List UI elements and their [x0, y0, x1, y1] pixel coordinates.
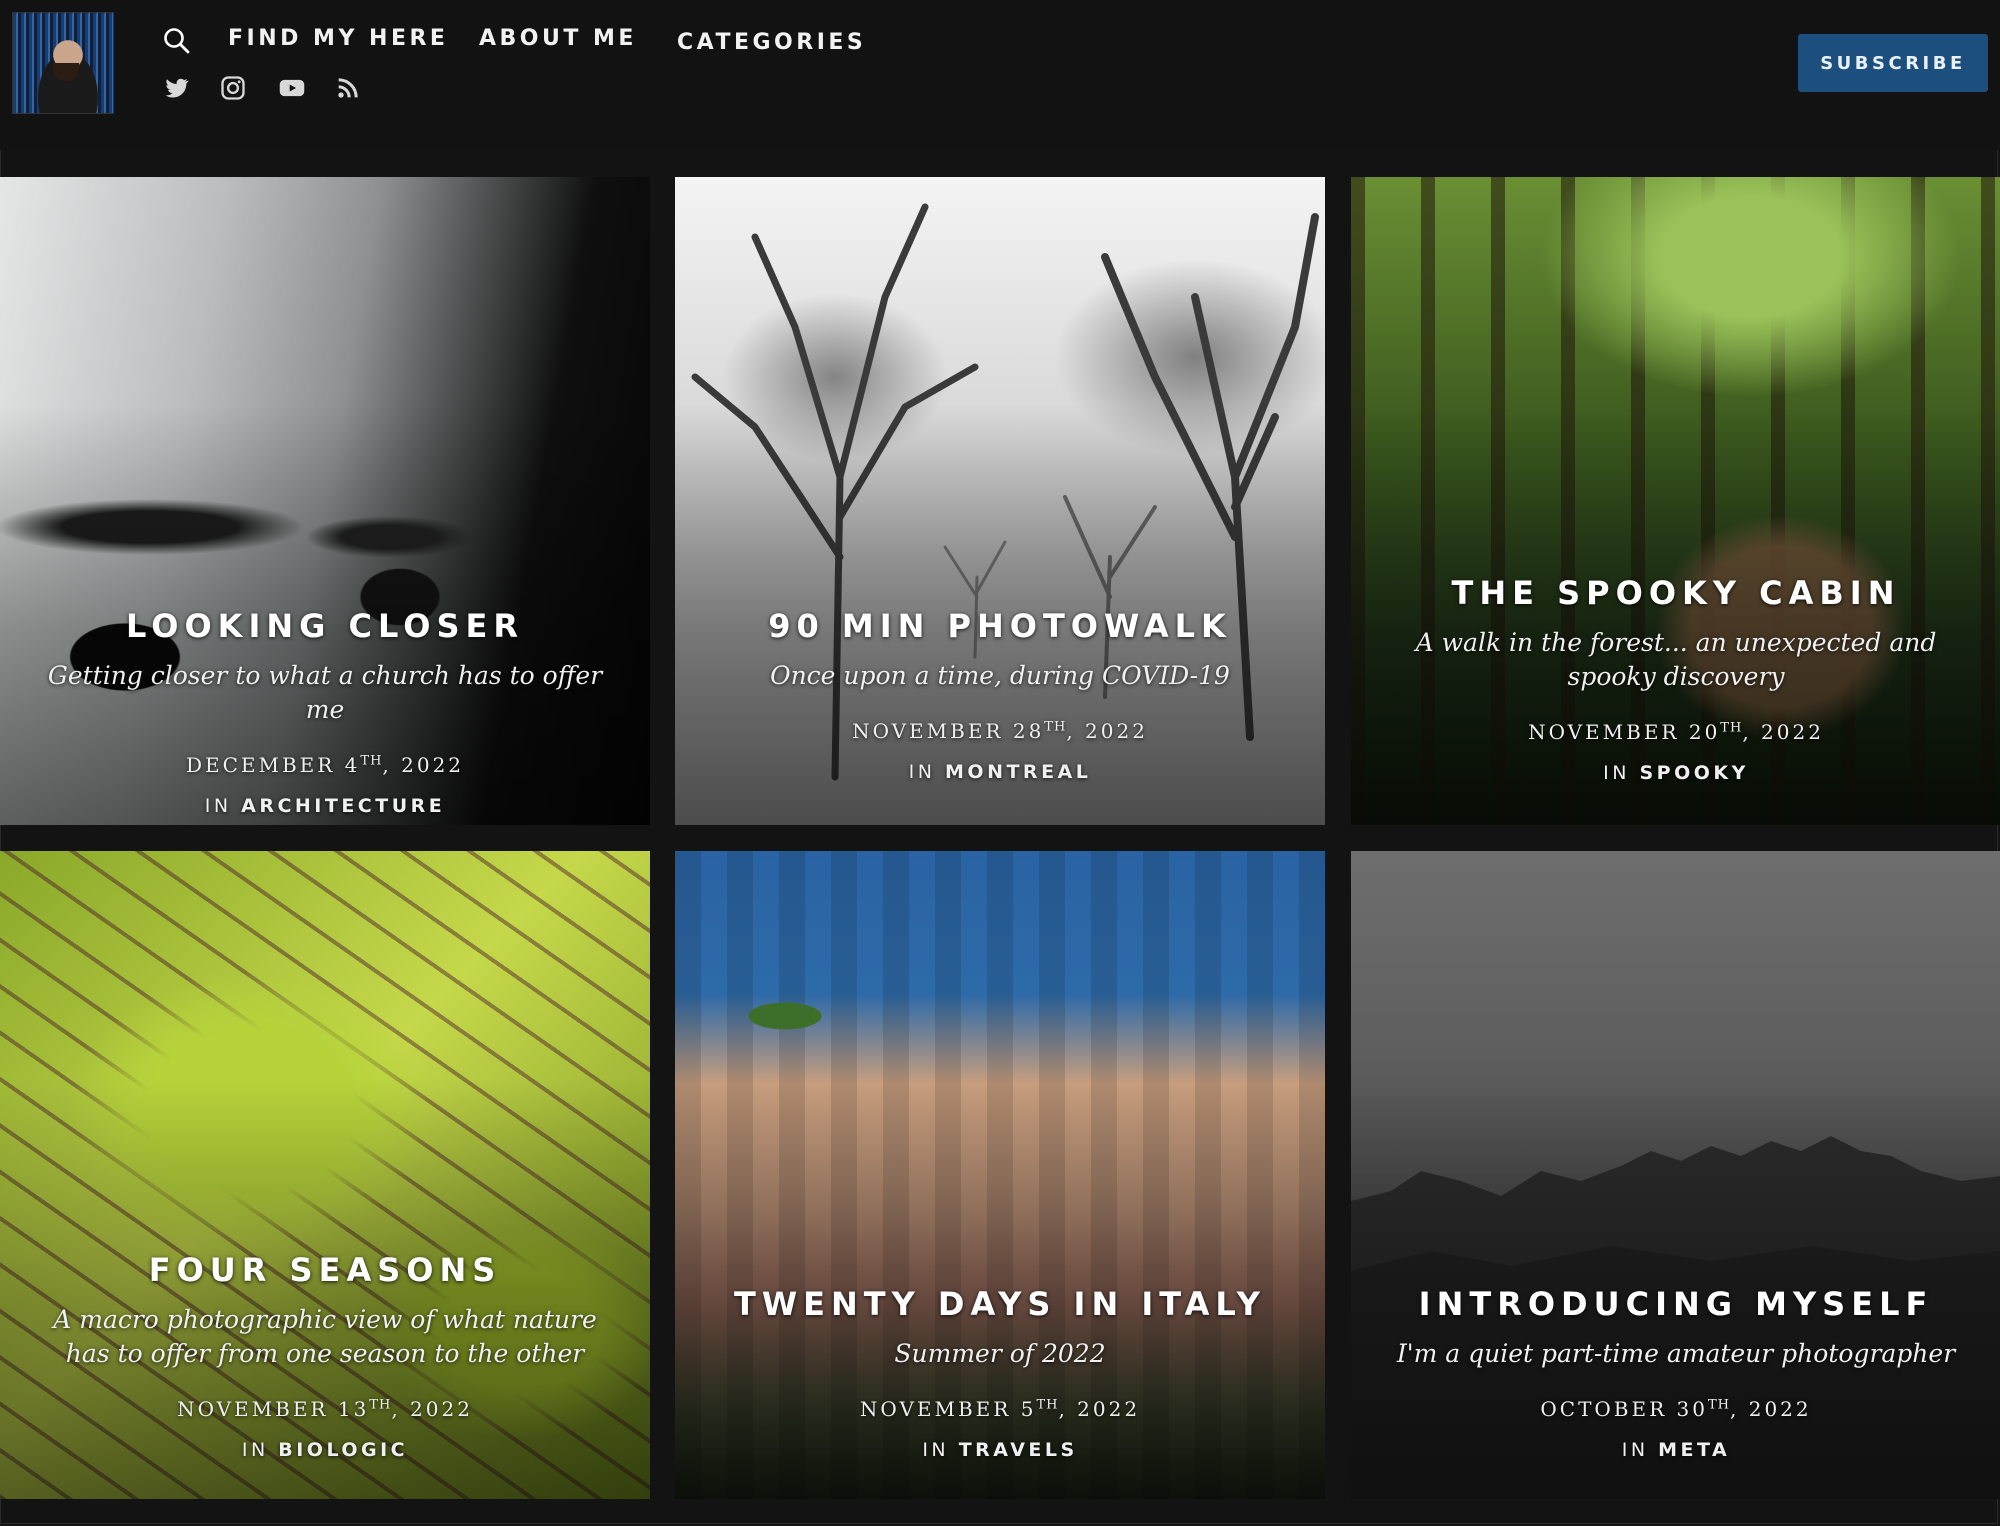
post-title[interactable]: THE SPOOKY CABIN: [1351, 574, 2000, 612]
rss-icon[interactable]: [334, 74, 362, 102]
post-date: NOVEMBER 5TH, 2022: [859, 1397, 1141, 1421]
post-subtitle: Summer of 2022: [894, 1339, 1106, 1368]
post-date: OCTOBER 30TH, 2022: [1540, 1397, 1812, 1421]
post-card-introducing-myself[interactable]: INTRODUCING MYSELF I'm a quiet part-time…: [1351, 851, 2000, 1499]
youtube-icon[interactable]: [278, 74, 306, 102]
post-category[interactable]: IN META: [1351, 1439, 2000, 1461]
post-title[interactable]: FOUR SEASONS: [0, 1251, 650, 1289]
post-category[interactable]: IN SPOOKY: [1351, 762, 2000, 784]
post-card-four-seasons[interactable]: FOUR SEASONS A macro photographic view o…: [0, 851, 650, 1499]
post-subtitle: A macro photographic view of what nature…: [53, 1305, 597, 1368]
twitter-icon[interactable]: [162, 74, 190, 102]
post-date: NOVEMBER 20TH, 2022: [1528, 720, 1824, 744]
post-date: NOVEMBER 13TH, 2022: [177, 1397, 473, 1421]
post-title[interactable]: 90 MIN PHOTOWALK: [675, 607, 1325, 645]
post-date: DECEMBER 4TH, 2022: [185, 753, 465, 777]
post-category[interactable]: IN ARCHITECTURE: [0, 795, 650, 817]
post-title[interactable]: TWENTY DAYS IN ITALY: [675, 1285, 1325, 1323]
post-subtitle: Getting closer to what a church has to o…: [47, 661, 603, 724]
post-subtitle: A walk in the forest... an unexpected an…: [1415, 628, 1937, 691]
post-category[interactable]: IN BIOLOGIC: [0, 1439, 650, 1461]
post-title[interactable]: LOOKING CLOSER: [0, 607, 650, 645]
post-subtitle: I'm a quiet part-time amateur photograph…: [1396, 1339, 1956, 1368]
post-card-spooky-cabin[interactable]: THE SPOOKY CABIN A walk in the forest...…: [1351, 177, 2000, 825]
post-date: NOVEMBER 28TH, 2022: [852, 719, 1148, 743]
nav-find-my-here[interactable]: FIND MY HERE: [228, 26, 448, 51]
post-category[interactable]: IN TRAVELS: [675, 1439, 1325, 1461]
search-icon[interactable]: [162, 26, 192, 56]
avatar[interactable]: [12, 12, 114, 114]
post-title[interactable]: INTRODUCING MYSELF: [1351, 1285, 2000, 1323]
site-header: FIND MY HERE ABOUT ME CATEGORIES SUBSCRI…: [0, 0, 2000, 150]
post-card-looking-closer[interactable]: LOOKING CLOSER Getting closer to what a …: [0, 177, 650, 825]
post-card-italy[interactable]: TWENTY DAYS IN ITALY Summer of 2022 NOVE…: [675, 851, 1325, 1499]
nav-about-me[interactable]: ABOUT ME: [479, 26, 637, 51]
instagram-icon[interactable]: [219, 74, 247, 102]
post-subtitle: Once upon a time, during COVID-19: [770, 661, 1230, 690]
nav-categories[interactable]: CATEGORIES: [677, 30, 866, 55]
post-card-photowalk[interactable]: 90 MIN PHOTOWALK Once upon a time, durin…: [675, 177, 1325, 825]
post-category[interactable]: IN MONTREAL: [675, 761, 1325, 783]
subscribe-button[interactable]: SUBSCRIBE: [1798, 34, 1988, 92]
